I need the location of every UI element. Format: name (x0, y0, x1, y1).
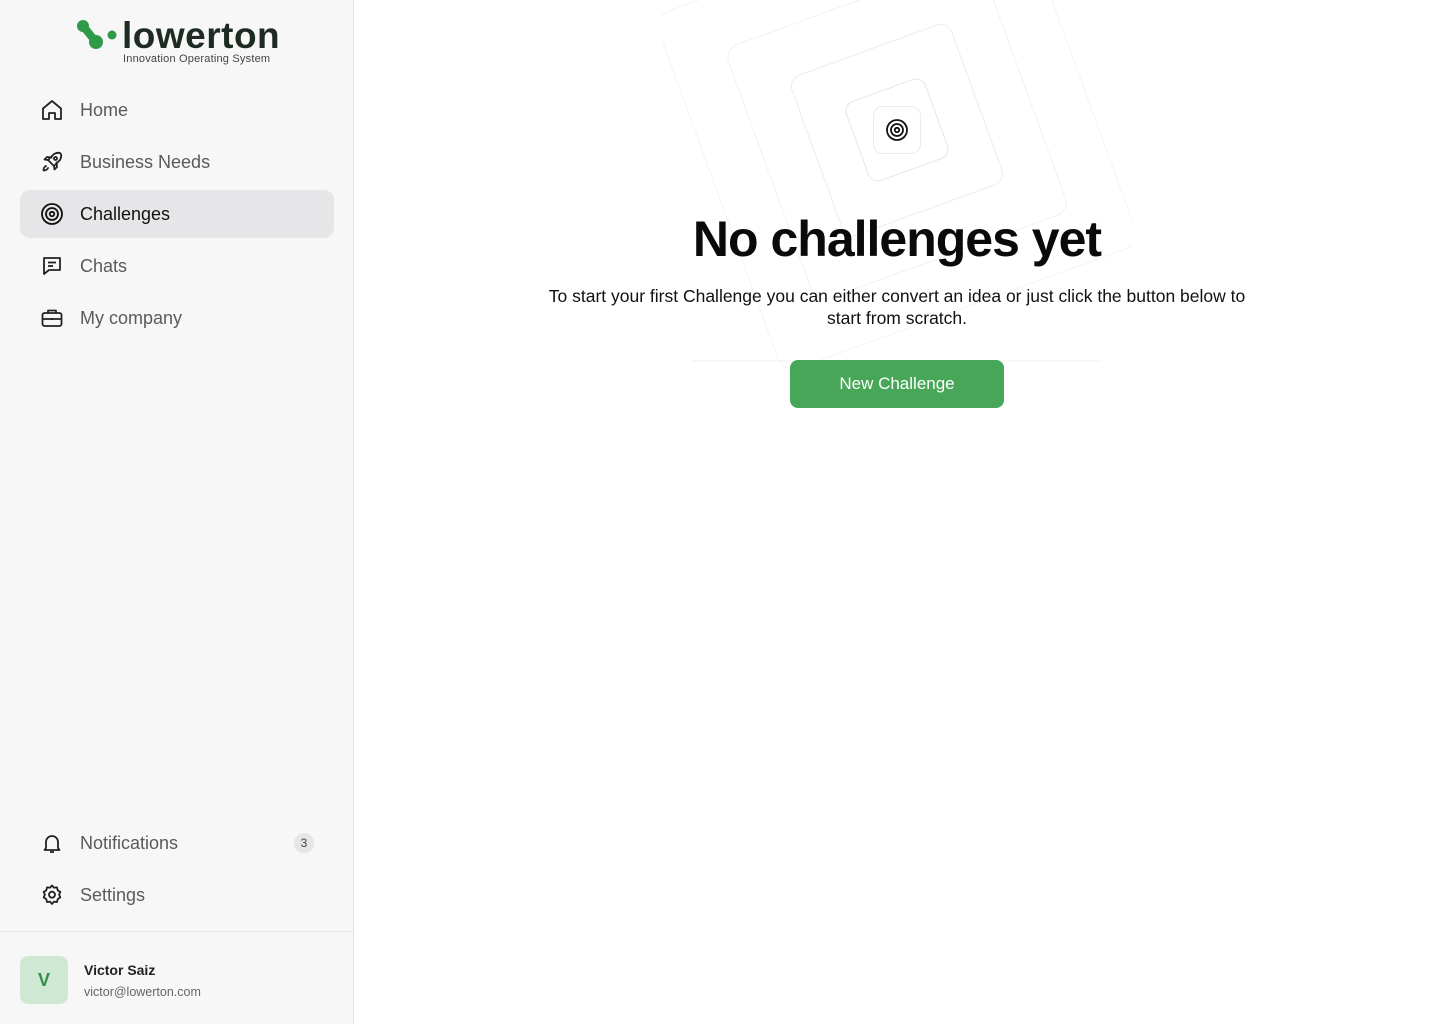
empty-state-description: To start your first Challenge you can ei… (548, 286, 1246, 328)
home-icon (40, 98, 64, 122)
sidebar-item-label: Chats (80, 255, 128, 276)
lowerton-logo[interactable]: lowerton Innovation Operating System (76, 15, 286, 70)
notification-count-badge: 3 (294, 833, 314, 853)
gear-icon (40, 883, 64, 907)
sidebar-item-settings[interactable]: Settings (20, 871, 334, 919)
empty-state-icon-box (873, 106, 921, 154)
empty-state-title: No challenges yet (692, 211, 1102, 267)
sidebar-item-label: Home (80, 99, 129, 120)
user-email: victor@lowerton.com (84, 985, 201, 999)
sidebar-item-label: Settings (80, 884, 146, 905)
sidebar-item-label: My company (80, 307, 183, 328)
logo-wordmark: lowerton (122, 15, 281, 56)
main-nav: Home Business Needs Challenges Chats My … (20, 86, 334, 346)
sidebar-item-label: Challenges (80, 203, 171, 224)
new-challenge-button[interactable]: New Challenge (790, 360, 1004, 408)
avatar: V (20, 956, 68, 1004)
user-profile[interactable]: V Victor Saiz victor@lowerton.com (0, 931, 353, 1024)
rocket-icon (40, 150, 64, 174)
logo-tagline: Innovation Operating System (123, 53, 271, 65)
sidebar-item-label: Business Needs (80, 151, 211, 172)
logo-mark-icon (77, 20, 117, 49)
bell-icon (40, 831, 64, 855)
briefcase-icon (40, 306, 64, 330)
sidebar-item-my-company[interactable]: My company (20, 294, 334, 342)
target-icon (885, 118, 909, 142)
sidebar: lowerton Innovation Operating System Hom… (0, 0, 354, 1024)
chat-icon (40, 254, 64, 278)
sidebar-item-challenges[interactable]: Challenges (20, 190, 334, 238)
sidebar-item-label: Notifications (80, 832, 179, 853)
sidebar-item-chats[interactable]: Chats (20, 242, 334, 290)
sidebar-item-notifications[interactable]: Notifications 3 (20, 819, 334, 867)
user-name: Victor Saiz (84, 962, 156, 978)
main-content: No challenges yet To start your first Ch… (354, 0, 1440, 1024)
bottom-nav: Notifications 3 Settings (20, 819, 334, 923)
target-icon (40, 202, 64, 226)
sidebar-item-business-needs[interactable]: Business Needs (20, 138, 334, 186)
sidebar-item-home[interactable]: Home (20, 86, 334, 134)
